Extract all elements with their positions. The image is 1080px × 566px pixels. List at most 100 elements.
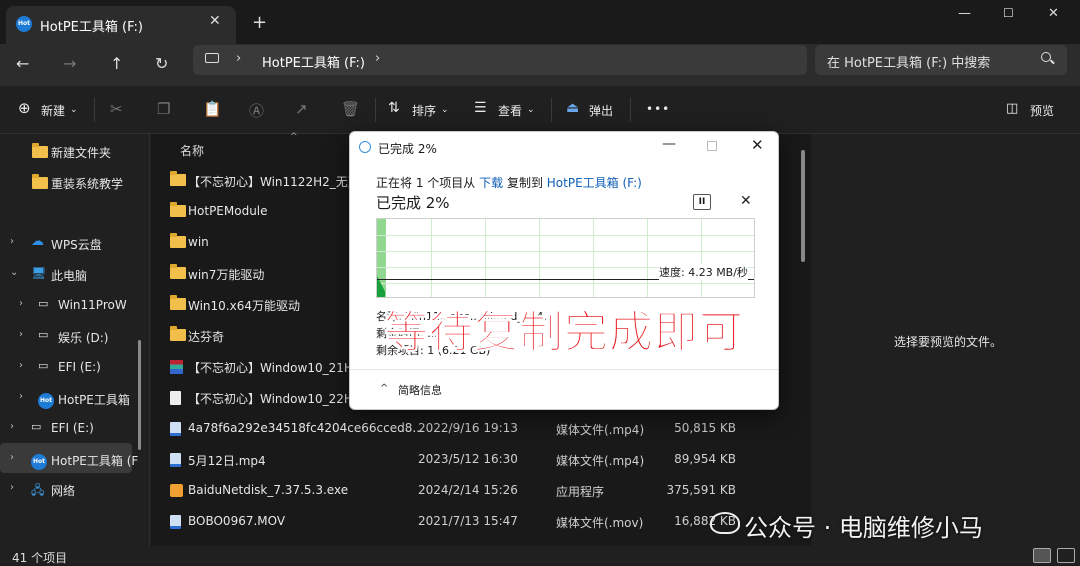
doc-icon	[170, 391, 181, 405]
table-row[interactable]: 4a78f6a292e34518fc4204ce66cced8... 2022/9…	[151, 413, 811, 444]
cut-icon[interactable]: ✂	[110, 100, 123, 118]
destination-link[interactable]: HotPE工具箱 (F:)	[547, 176, 642, 190]
command-bar: ⊕ 新建 ⌄ ✂ ❐ 📋 Ⓐ ↗ 🗑 ⇅ 排序 ⌄ ☰ 查看 ⌄ ⏏ 弹出 ••…	[0, 86, 1080, 134]
sidebar-item-label: HotPE工具箱 (F	[51, 454, 139, 468]
wechat-icon	[710, 512, 740, 534]
rename-icon[interactable]: Ⓐ	[249, 100, 264, 121]
file-icon	[170, 233, 186, 251]
search-placeholder[interactable]: 在 HotPE工具箱 (F:) 中搜索	[827, 52, 990, 71]
maximize-icon[interactable]: ☐	[1003, 6, 1014, 20]
address-bar[interactable]: › HotPE工具箱 (F:) ›	[193, 45, 807, 75]
chevron-right-icon[interactable]: ›	[19, 329, 23, 340]
copy-icon[interactable]: ❐	[157, 100, 170, 118]
breadcrumb[interactable]: HotPE工具箱 (F:)	[262, 52, 365, 71]
search-icon	[1041, 52, 1051, 62]
chevron-right-icon[interactable]: ›	[10, 421, 14, 432]
forward-arrow-icon[interactable]: →	[63, 54, 76, 73]
file-icon	[170, 515, 181, 532]
plus-icon[interactable]: ⊕	[18, 99, 31, 117]
sidebar-scrollbar[interactable]	[138, 340, 141, 450]
rar-icon	[170, 360, 183, 374]
close-dialog-icon[interactable]: ✕	[751, 136, 764, 154]
pause-button[interactable]: II	[693, 194, 711, 210]
view-button[interactable]: 查看	[498, 102, 522, 119]
file-size: 50,815 KB	[674, 421, 736, 435]
delete-icon[interactable]: 🗑	[341, 100, 360, 118]
file-name: BaiduNetdisk_7.37.5.3.exe	[188, 483, 349, 497]
chevron-right-icon[interactable]: ›	[10, 452, 14, 463]
fewer-details-button[interactable]: 简略信息	[398, 382, 442, 398]
sidebar-item-label: Win11ProW	[58, 298, 127, 312]
source-link[interactable]: 下载	[479, 176, 503, 190]
chevron-down-icon[interactable]: ⌄	[441, 105, 449, 115]
eject-button[interactable]: 弹出	[589, 102, 613, 119]
folder-icon	[32, 174, 48, 189]
share-icon[interactable]: ↗	[295, 100, 308, 118]
table-row[interactable]: 5月12日.mp4 2023/5/12 16:30 媒体文件(.mp4) 89,954…	[151, 444, 811, 475]
divider	[630, 98, 631, 122]
file-size: 89,954 KB	[674, 452, 736, 466]
chevron-right-icon[interactable]: ›	[19, 360, 23, 371]
status-bar: 41 个项目	[0, 546, 1080, 565]
grid-line	[539, 219, 540, 297]
tab-close-icon[interactable]: ✕	[209, 13, 221, 29]
network-icon: 🖧	[31, 483, 45, 497]
sort-button[interactable]: 排序	[412, 102, 436, 119]
folder-icon	[170, 295, 186, 310]
file-icon	[170, 202, 186, 220]
chevron-right-icon[interactable]: ›	[236, 51, 241, 66]
item-count: 41 个项目	[12, 551, 68, 565]
cancel-copy-icon[interactable]: ✕	[740, 193, 752, 209]
file-icon	[170, 264, 186, 282]
chevron-down-icon[interactable]: ⌄	[70, 105, 78, 115]
sort-caret-icon[interactable]: ^	[290, 132, 298, 142]
more-options-button[interactable]: •••	[646, 102, 670, 116]
speed-label: 速度: 4.23 MB/秒	[659, 264, 748, 280]
chevron-down-icon[interactable]: ⌄	[527, 105, 535, 115]
eject-icon[interactable]: ⏏	[566, 100, 579, 116]
column-header-name[interactable]: 名称	[180, 142, 204, 159]
chevron-right-icon[interactable]: ›	[375, 51, 380, 66]
maximize-icon[interactable]	[707, 141, 717, 151]
tiles-view-icon[interactable]	[1057, 548, 1075, 563]
chevron-right-icon[interactable]: ›	[19, 391, 23, 402]
minimize-icon[interactable]: —	[958, 6, 971, 21]
preview-pane-icon[interactable]: ◫	[1006, 101, 1018, 116]
speed-graph: 速度: 4.23 MB/秒	[376, 218, 755, 298]
minimize-icon[interactable]: —	[662, 136, 676, 152]
grid-line	[485, 219, 486, 297]
chevron-right-icon[interactable]: ›	[10, 482, 14, 493]
refresh-icon[interactable]: ↻	[155, 54, 168, 73]
search-box[interactable]: 在 HotPE工具箱 (F:) 中搜索	[815, 45, 1067, 75]
new-tab-button[interactable]: +	[252, 12, 267, 33]
new-button[interactable]: 新建	[41, 102, 65, 119]
file-name: 【不忘初心】Window10_22H2	[188, 392, 361, 406]
chevron-right-icon[interactable]: ›	[19, 298, 23, 309]
sidebar-item-label: EFI (E:)	[51, 421, 94, 435]
sidebar-item-label: 此电脑	[51, 269, 88, 283]
preview-button[interactable]: 预览	[1030, 102, 1054, 119]
sidebar-item-label: WPS云盘	[51, 238, 102, 252]
close-window-icon[interactable]: ✕	[1048, 6, 1059, 21]
drive-icon: ▭	[38, 297, 49, 310]
sort-icon[interactable]: ⇅	[388, 100, 400, 116]
paste-icon[interactable]: 📋	[203, 100, 222, 118]
view-icon[interactable]: ☰	[474, 100, 487, 116]
copy-progress-dialog: 已完成 2% — ✕ 正在将 1 个项目从 下载 复制到 HotPE工具箱 (F…	[349, 131, 779, 410]
divider	[350, 369, 778, 370]
tab-hotpe[interactable]: Hot HotPE工具箱 (F:) ✕	[6, 6, 236, 44]
file-list-scrollbar[interactable]	[801, 150, 805, 262]
file-date: 2022/9/16 19:13	[418, 421, 518, 435]
details-view-icon[interactable]	[1033, 548, 1051, 563]
back-arrow-icon[interactable]: ←	[16, 54, 29, 73]
file-name: Win10.x64万能驱动	[188, 299, 300, 313]
chevron-right-icon[interactable]: ›	[10, 236, 14, 247]
up-arrow-icon[interactable]: ↑	[110, 54, 123, 73]
chevron-down-icon[interactable]: ⌄	[10, 267, 18, 278]
table-row[interactable]: BaiduNetdisk_7.37.5.3.exe 2024/2/14 15:26…	[151, 475, 811, 506]
grid-line	[647, 219, 648, 297]
copy-middle-text: 复制到	[506, 176, 543, 190]
chevron-up-icon[interactable]: ^	[380, 383, 388, 394]
file-type: 媒体文件(.mp4)	[556, 454, 645, 468]
file-date: 2023/5/12 16:30	[418, 452, 518, 466]
